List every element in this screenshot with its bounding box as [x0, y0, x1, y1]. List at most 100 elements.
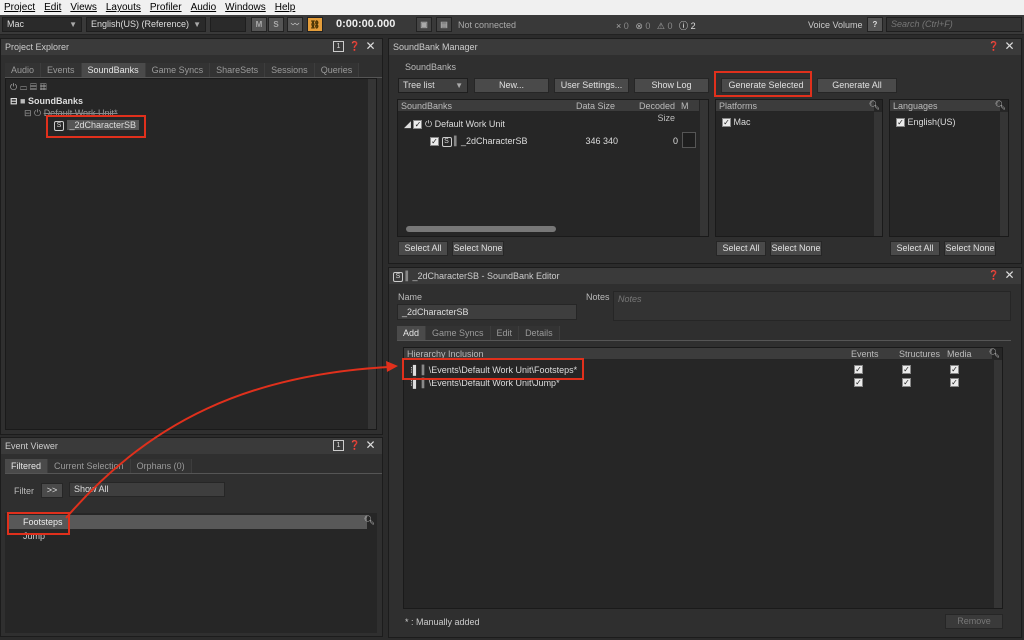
notes-field[interactable]: Notes: [613, 291, 1011, 321]
sb-select-all-button[interactable]: Select All: [398, 241, 448, 256]
generate-all-button[interactable]: Generate All: [817, 78, 897, 93]
tree-work-unit[interactable]: ⊟ ⏻ Default Work Unit*: [24, 108, 118, 119]
tree-soundbank[interactable]: S _2dCharacterSB: [54, 120, 140, 131]
menu-audio[interactable]: Audio: [191, 2, 217, 13]
tab-game-syncs[interactable]: Game Syncs: [145, 63, 211, 77]
panel-pin-icon[interactable]: 1: [333, 41, 344, 52]
col-hierarchy[interactable]: Hierarchy Inclusion: [404, 348, 848, 360]
user-settings-button[interactable]: User Settings...: [554, 78, 629, 93]
name-field[interactable]: _2dCharacterSB: [397, 304, 577, 320]
row-work-unit[interactable]: ◢ ✓ ⏻ Default Work Unit: [404, 119, 505, 130]
col-data-size[interactable]: Data Size: [566, 100, 618, 112]
tab-soundbanks[interactable]: SoundBanks: [81, 63, 146, 77]
languages-select-all-button[interactable]: Select All: [890, 241, 940, 256]
platforms-select-none-button[interactable]: Select None: [770, 241, 822, 256]
help-icon[interactable]: ❓: [988, 270, 999, 281]
new-button[interactable]: New...: [474, 78, 549, 93]
close-icon[interactable]: ✕: [365, 40, 376, 52]
structures-checkbox[interactable]: ✓: [902, 365, 911, 374]
explorer-scrollbar[interactable]: [367, 79, 376, 429]
col-soundbanks[interactable]: SoundBanks: [398, 100, 566, 112]
search-icon[interactable]: 🔍︎: [995, 100, 1006, 111]
tab-edit[interactable]: Edit: [490, 326, 520, 340]
col-decoded-size[interactable]: Decoded Size: [618, 100, 678, 123]
row-checkbox[interactable]: ✓: [413, 120, 423, 130]
menu-edit[interactable]: Edit: [44, 2, 61, 13]
sb-select-none-button[interactable]: Select None: [452, 241, 504, 256]
menu-profiler[interactable]: Profiler: [150, 2, 182, 13]
filter-field[interactable]: Show All: [69, 482, 225, 497]
row-soundbank[interactable]: ✓ S ▍_2dCharacterSB: [430, 136, 528, 147]
structures-checkbox[interactable]: ✓: [902, 378, 911, 387]
generate-selected-button[interactable]: Generate Selected: [721, 78, 811, 93]
tab-current-selection[interactable]: Current Selection: [48, 459, 131, 473]
search-input[interactable]: Search (Ctrl+F): [886, 17, 1022, 32]
platforms-select-all-button[interactable]: Select All: [716, 241, 766, 256]
row-extra-cell[interactable]: [682, 132, 696, 148]
platform-checkbox[interactable]: ✓: [722, 118, 731, 128]
col-structures[interactable]: Structures: [896, 348, 944, 360]
inclusion-scrollbar[interactable]: [993, 360, 1002, 608]
inclusion-row-jump[interactable]: ⁝▌ ▍\Events\Default Work Unit\Jump*: [410, 378, 560, 389]
close-icon[interactable]: ✕: [1004, 40, 1015, 52]
tree-root[interactable]: ⊟ ■ SoundBanks: [10, 96, 83, 107]
menu-project[interactable]: Project: [4, 2, 35, 13]
tab-queries[interactable]: Queries: [314, 63, 360, 77]
remote-connect-icon[interactable]: ▣: [416, 17, 432, 32]
graph-icon[interactable]: 〰: [287, 17, 303, 32]
language-checkbox[interactable]: ✓: [896, 118, 905, 128]
menu-help[interactable]: Help: [275, 2, 296, 13]
platform-select[interactable]: Mac ▼: [2, 17, 82, 32]
tab-add[interactable]: Add: [397, 326, 427, 340]
col-extra[interactable]: M: [678, 100, 700, 112]
col-media[interactable]: Media: [944, 348, 992, 360]
tab-sharesets[interactable]: ShareSets: [210, 63, 266, 77]
close-icon[interactable]: ✕: [365, 439, 376, 451]
event-row-jump[interactable]: Jump: [7, 531, 45, 541]
tab-game-syncs[interactable]: Game Syncs: [426, 326, 491, 340]
tab-filtered[interactable]: Filtered: [5, 459, 49, 473]
language-item[interactable]: ✓ English(US): [896, 117, 956, 128]
tab-events[interactable]: Events: [41, 63, 82, 77]
panel-pin-icon[interactable]: 1: [333, 440, 344, 451]
events-checkbox[interactable]: ✓: [854, 378, 863, 387]
row-checkbox[interactable]: ✓: [430, 137, 439, 147]
solo-button[interactable]: S: [268, 17, 284, 32]
explorer-toolbar-icons[interactable]: ⏻▭▤▦: [10, 82, 50, 93]
platform-item[interactable]: ✓ Mac: [722, 117, 751, 128]
events-checkbox[interactable]: ✓: [854, 365, 863, 374]
search-icon[interactable]: 🔍︎: [989, 348, 1000, 359]
col-events[interactable]: Events: [848, 348, 896, 360]
capture-icon[interactable]: ▤: [436, 17, 452, 32]
media-checkbox[interactable]: ✓: [950, 378, 959, 387]
menu-windows[interactable]: Windows: [225, 2, 266, 13]
languages-scrollbar[interactable]: [999, 112, 1008, 236]
inclusion-row-footsteps[interactable]: ⁝▌ ▍\Events\Default Work Unit\Footsteps*: [410, 365, 577, 376]
tab-audio[interactable]: Audio: [5, 63, 42, 77]
view-mode-select[interactable]: Tree list ▼: [398, 78, 468, 93]
show-log-button[interactable]: Show Log: [634, 78, 709, 93]
menu-layouts[interactable]: Layouts: [106, 2, 141, 13]
languages-select-none-button[interactable]: Select None: [944, 241, 996, 256]
media-checkbox[interactable]: ✓: [950, 365, 959, 374]
close-icon[interactable]: ✕: [1004, 269, 1015, 281]
language-select[interactable]: English(US) (Reference) ▼: [86, 17, 206, 32]
grid-scrollbar[interactable]: [699, 100, 708, 236]
event-row-footsteps[interactable]: Footsteps: [7, 515, 367, 529]
help-button[interactable]: ?: [867, 17, 883, 32]
mute-button[interactable]: M: [251, 17, 267, 32]
link-icon[interactable]: ⛓: [307, 17, 323, 32]
help-icon[interactable]: ❓: [349, 440, 360, 451]
filter-expand-button[interactable]: >>: [41, 483, 63, 498]
blank-field[interactable]: [210, 17, 246, 32]
remove-button[interactable]: Remove: [945, 614, 1003, 629]
help-icon[interactable]: ❓: [349, 41, 360, 52]
menu-views[interactable]: Views: [70, 2, 97, 13]
tab-orphans[interactable]: Orphans (0): [130, 459, 192, 473]
search-icon[interactable]: 🔍︎: [364, 515, 375, 526]
h-scrollbar[interactable]: [406, 226, 556, 232]
tab-sessions[interactable]: Sessions: [265, 63, 315, 77]
search-icon[interactable]: 🔍︎: [869, 100, 880, 111]
help-icon[interactable]: ❓: [988, 41, 999, 52]
tab-details[interactable]: Details: [519, 326, 560, 340]
